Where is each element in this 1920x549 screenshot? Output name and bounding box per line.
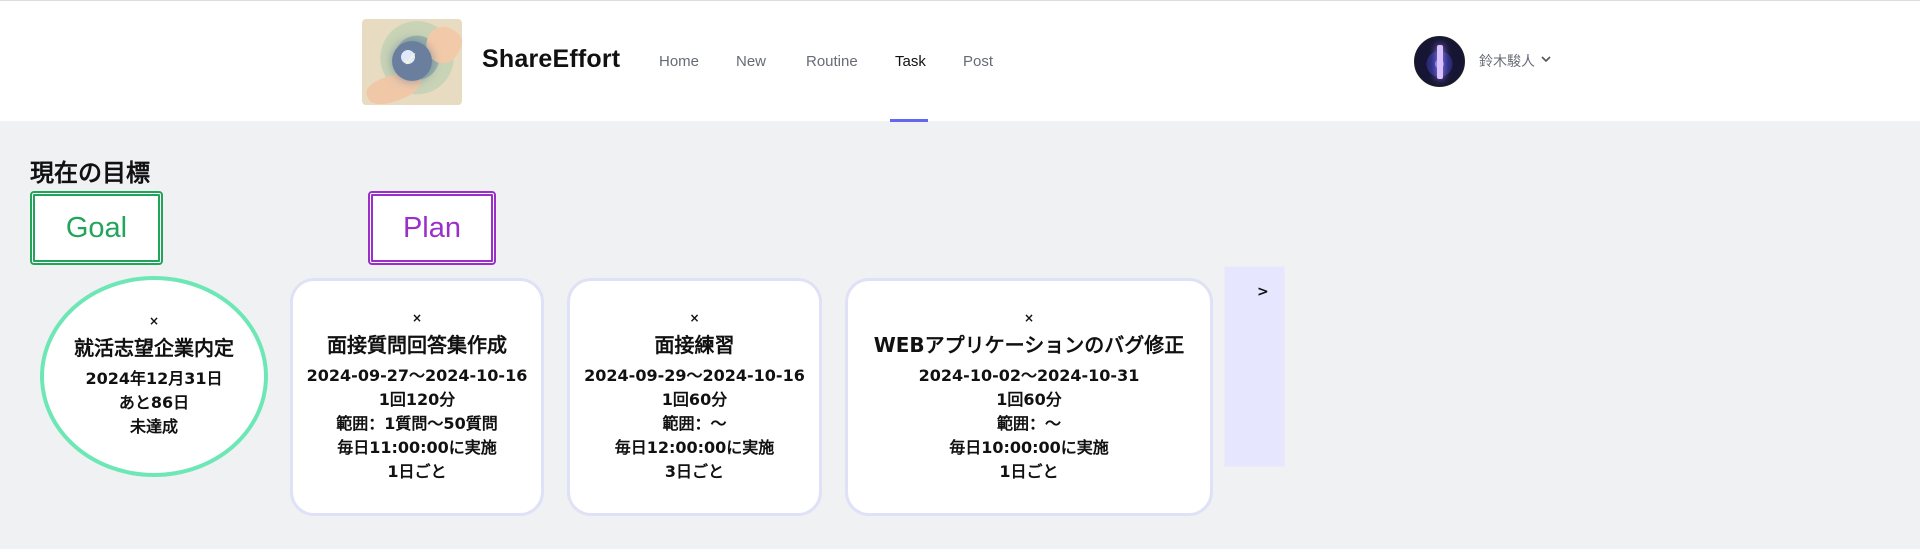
goal-card: × 就活志望企業内定 2024年12月31日 あと86日 未達成	[40, 276, 268, 477]
plan-delete-button[interactable]: ×	[412, 311, 422, 325]
goal-date: 2024年12月31日	[85, 369, 223, 388]
plan-card: × WEBアプリケーションのバグ修正 2024-10-02〜2024-10-31…	[845, 278, 1213, 516]
goal-status: 未達成	[129, 417, 178, 436]
nav-home[interactable]: Home	[659, 53, 699, 70]
nav-task[interactable]: Task	[895, 53, 926, 70]
goal-delete-button[interactable]: ×	[149, 314, 159, 328]
plan-per-session: 1回60分	[996, 389, 1062, 409]
plan-range: 範囲：1質問〜50質問	[336, 413, 498, 433]
plan-per-session: 1回60分	[661, 389, 728, 409]
plan-card: × 面接練習 2024-09-29〜2024-10-16 1回60分 範囲：〜 …	[567, 278, 822, 516]
nav-post[interactable]: Post	[963, 53, 993, 70]
plan-delete-button[interactable]: ×	[689, 311, 699, 325]
user-name[interactable]: 鈴木駿人	[1479, 51, 1535, 71]
top-navbar: ✓ ShareEffort Home New Routine Task Post…	[0, 0, 1920, 122]
plan-schedule: 毎日11:00:00に実施	[337, 437, 497, 457]
active-nav-underline	[890, 119, 928, 122]
plan-period: 2024-10-02〜2024-10-31	[918, 365, 1140, 385]
plan-title: 面接練習	[654, 332, 735, 357]
plan-per-session: 1回120分	[378, 389, 456, 409]
plan-interval: 3日ごと	[664, 461, 725, 481]
plan-range: 範囲：〜	[662, 413, 727, 433]
avatar[interactable]	[1414, 36, 1465, 87]
nav-new[interactable]: New	[736, 53, 766, 70]
next-page-button[interactable]: >	[1257, 284, 1269, 300]
avatar-tower-shape	[1437, 45, 1443, 79]
plan-period: 2024-09-27〜2024-10-16	[306, 365, 528, 385]
plan-title: 面接質問回答集作成	[327, 332, 507, 357]
next-page-panel[interactable]	[1224, 266, 1285, 467]
plan-card: × 面接質問回答集作成 2024-09-27〜2024-10-16 1回120分…	[290, 278, 544, 516]
plan-range: 範囲：〜	[996, 413, 1061, 433]
plan-schedule: 毎日10:00:00に実施	[949, 437, 1109, 457]
brand-logo[interactable]: ✓	[362, 19, 462, 105]
nav-routine[interactable]: Routine	[806, 53, 858, 70]
goal-label-box: Goal	[30, 191, 163, 265]
brand-name[interactable]: ShareEffort	[482, 45, 620, 74]
plan-schedule: 毎日12:00:00に実施	[614, 437, 775, 457]
plan-label-box: Plan	[368, 191, 496, 265]
check-icon: ✓	[402, 47, 419, 71]
goal-remaining: あと86日	[118, 393, 190, 412]
plan-interval: 1日ごと	[999, 461, 1059, 481]
plan-delete-button[interactable]: ×	[1024, 311, 1034, 325]
chevron-down-icon[interactable]	[1540, 53, 1552, 65]
goal-title: 就活志望企業内定	[74, 336, 234, 360]
plan-title: WEBアプリケーションのバグ修正	[873, 332, 1185, 357]
page-title: 現在の目標	[30, 159, 150, 187]
plan-period: 2024-09-29〜2024-10-16	[584, 365, 805, 385]
plan-interval: 1日ごと	[387, 461, 447, 481]
